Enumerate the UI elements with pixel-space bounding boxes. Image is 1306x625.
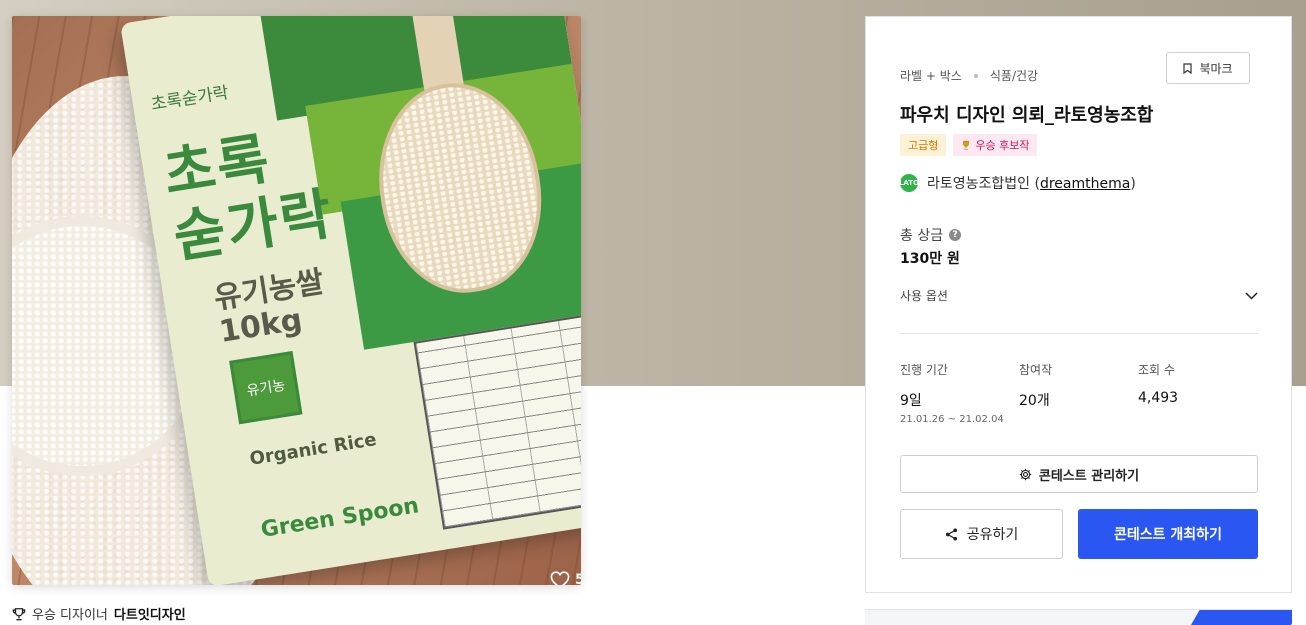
bookmark-label: 북마크 — [1199, 61, 1233, 76]
heart-icon — [550, 571, 570, 585]
trophy-icon — [963, 140, 970, 150]
gear-icon — [1019, 468, 1032, 480]
stat-views: 조회 수 4,493 — [1138, 361, 1178, 406]
host-name: 라토영농조합법인 (dreamthema) — [927, 173, 1136, 193]
winner-label: 우승 디자이너 — [32, 608, 108, 623]
grade-badge: 고급형 — [900, 134, 947, 156]
bag-english-text: Organic Rice — [248, 429, 378, 470]
host-avatar: LATO — [899, 174, 919, 192]
product-image[interactable]: 초록숟가락 초록 숟가락 유기농쌀 10kg 유기농 Organic Rice … — [12, 16, 581, 585]
contest-tags: 고급형 우승 후보작 — [900, 134, 1038, 156]
host-company: 라토영농조합법인 — [927, 176, 1031, 192]
breadcrumb: 라벨 + 박스 식품/건강 — [900, 67, 1038, 84]
share-label: 공유하기 — [966, 527, 1019, 543]
contest-info-panel: 라벨 + 박스 식품/건강 북마크 파우치 디자인 의뢰_라토영농조합 고급형 … — [865, 16, 1292, 593]
lower-banner-card[interactable] — [865, 609, 1292, 625]
stat-label: 참여작 — [1019, 363, 1053, 377]
stat-label: 조회 수 — [1138, 363, 1175, 377]
stat-period: 진행 기간 9일 21.01.26 ~ 21.02.04 — [900, 361, 1004, 425]
winner-name[interactable]: 다트잇디자인 — [114, 604, 186, 623]
stat-value: 20개 — [1019, 393, 1050, 409]
banner-stripe — [1190, 610, 1292, 625]
breadcrumb-subcategory[interactable]: 식품/건강 — [990, 67, 1038, 84]
help-icon[interactable]: ? — [949, 229, 962, 241]
share-button[interactable]: 공유하기 — [900, 509, 1063, 559]
breadcrumb-category[interactable]: 라벨 + 박스 — [900, 67, 962, 84]
winner-designer: 우승 디자이너 다트잇디자인 — [12, 604, 186, 623]
manage-contest-label: 콘테스트 관리하기 — [1038, 468, 1140, 484]
winner-candidate-label: 우승 후보작 — [975, 139, 1030, 152]
contest-title: 파우치 디자인 의뢰_라토영농조합 — [900, 105, 1154, 126]
share-icon — [945, 527, 957, 541]
options-dropdown[interactable]: 사용 옵션 — [900, 287, 1258, 304]
bookmark-button[interactable]: 북마크 — [1166, 52, 1250, 84]
winner-candidate-badge: 우승 후보작 — [953, 134, 1038, 156]
like-count: 5 — [575, 572, 581, 585]
like-button[interactable]: 5 — [550, 571, 581, 585]
bag-brand-text: 초록숟가락 — [149, 82, 231, 115]
stat-entries: 참여작 20개 — [1019, 361, 1052, 410]
host-id[interactable]: dreamthema — [1040, 176, 1130, 192]
stat-value: 4,493 — [1138, 390, 1179, 406]
stat-label: 진행 기간 — [900, 363, 948, 377]
prize-value: 130만 원 — [900, 251, 960, 267]
stat-value: 9일 — [900, 393, 922, 409]
bag-title: 초록 숟가락 — [159, 119, 338, 271]
prize-label: 총 상금 ? — [900, 225, 962, 245]
stat-date-range: 21.01.26 ~ 21.02.04 — [900, 414, 1004, 425]
organic-badge: 유기농 — [229, 350, 303, 425]
manage-contest-button[interactable]: 콘테스트 관리하기 — [900, 455, 1258, 493]
host-contest-button[interactable]: 콘테스트 개최하기 — [1078, 509, 1258, 559]
trophy-icon — [12, 607, 26, 620]
bag-product-text: 유기농쌀 10kg — [212, 265, 332, 350]
bag-info-table — [413, 312, 581, 530]
host-paren: ) — [1130, 176, 1136, 192]
breadcrumb-separator — [973, 73, 978, 78]
bookmark-icon — [1183, 62, 1193, 74]
bag-english-text: Green Spoon — [259, 493, 421, 543]
divider — [900, 333, 1258, 334]
chevron-down-icon — [1245, 291, 1258, 300]
prize-label-text: 총 상금 — [900, 228, 944, 244]
contest-host[interactable]: LATO 라토영농조합법인 (dreamthema) — [899, 173, 1136, 193]
options-label: 사용 옵션 — [900, 289, 948, 303]
